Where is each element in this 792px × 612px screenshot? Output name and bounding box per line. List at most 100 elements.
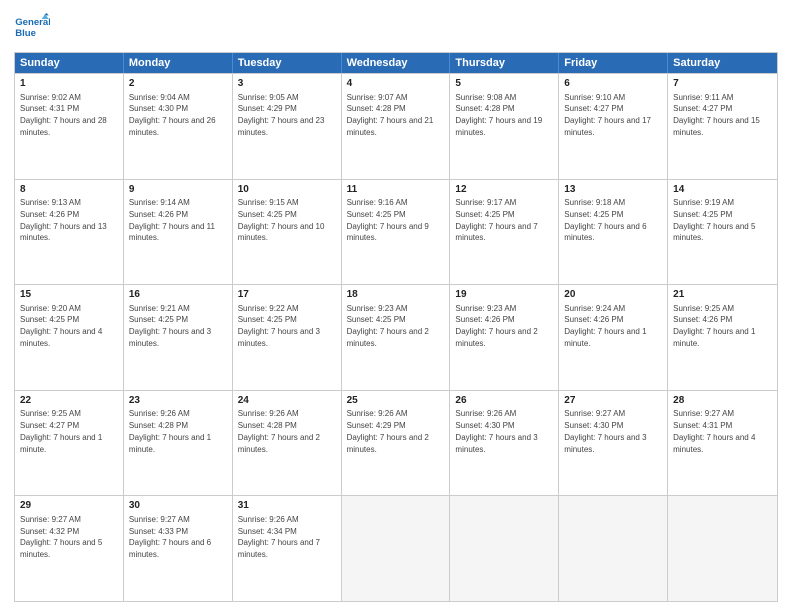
day-number: 29 [20, 499, 118, 513]
sunrise-info: Sunrise: 9:18 AM [564, 198, 625, 207]
daylight-info: Daylight: 7 hours and 4 minutes. [673, 433, 755, 454]
day-cell-26: 26 Sunrise: 9:26 AM Sunset: 4:30 PM Dayl… [450, 391, 559, 496]
day-cell-14: 14 Sunrise: 9:19 AM Sunset: 4:25 PM Dayl… [668, 180, 777, 285]
sunset-info: Sunset: 4:28 PM [347, 104, 406, 113]
day-cell-8: 8 Sunrise: 9:13 AM Sunset: 4:26 PM Dayli… [15, 180, 124, 285]
daylight-info: Daylight: 7 hours and 13 minutes. [20, 222, 107, 243]
day-cell-31: 31 Sunrise: 9:26 AM Sunset: 4:34 PM Dayl… [233, 496, 342, 601]
svg-text:Blue: Blue [15, 28, 36, 39]
sunrise-info: Sunrise: 9:14 AM [129, 198, 190, 207]
sunrise-info: Sunrise: 9:05 AM [238, 93, 299, 102]
day-cell-5: 5 Sunrise: 9:08 AM Sunset: 4:28 PM Dayli… [450, 74, 559, 179]
sunrise-info: Sunrise: 9:20 AM [20, 304, 81, 313]
day-cell-16: 16 Sunrise: 9:21 AM Sunset: 4:25 PM Dayl… [124, 285, 233, 390]
sunrise-info: Sunrise: 9:17 AM [455, 198, 516, 207]
day-header-sunday: Sunday [15, 53, 124, 73]
sunrise-info: Sunrise: 9:27 AM [564, 409, 625, 418]
day-number: 19 [455, 288, 553, 302]
day-cell-13: 13 Sunrise: 9:18 AM Sunset: 4:25 PM Dayl… [559, 180, 668, 285]
sunset-info: Sunset: 4:31 PM [673, 421, 732, 430]
day-cell-20: 20 Sunrise: 9:24 AM Sunset: 4:26 PM Dayl… [559, 285, 668, 390]
day-number: 23 [129, 394, 227, 408]
sunrise-info: Sunrise: 9:23 AM [455, 304, 516, 313]
sunrise-info: Sunrise: 9:22 AM [238, 304, 299, 313]
logo-svg: General Blue [14, 10, 50, 46]
page: General Blue SundayMondayTuesdayWednesda… [0, 0, 792, 612]
daylight-info: Daylight: 7 hours and 6 minutes. [564, 222, 646, 243]
logo: General Blue [14, 10, 50, 46]
daylight-info: Daylight: 7 hours and 2 minutes. [347, 433, 429, 454]
day-cell-10: 10 Sunrise: 9:15 AM Sunset: 4:25 PM Dayl… [233, 180, 342, 285]
sunset-info: Sunset: 4:26 PM [129, 210, 188, 219]
sunrise-info: Sunrise: 9:27 AM [673, 409, 734, 418]
sunset-info: Sunset: 4:25 PM [238, 210, 297, 219]
sunrise-info: Sunrise: 9:11 AM [673, 93, 733, 102]
calendar: SundayMondayTuesdayWednesdayThursdayFrid… [14, 52, 778, 602]
day-number: 7 [673, 77, 772, 91]
day-number: 8 [20, 183, 118, 197]
day-cell-15: 15 Sunrise: 9:20 AM Sunset: 4:25 PM Dayl… [15, 285, 124, 390]
day-number: 1 [20, 77, 118, 91]
day-cell-30: 30 Sunrise: 9:27 AM Sunset: 4:33 PM Dayl… [124, 496, 233, 601]
day-cell-7: 7 Sunrise: 9:11 AM Sunset: 4:27 PM Dayli… [668, 74, 777, 179]
daylight-info: Daylight: 7 hours and 5 minutes. [673, 222, 755, 243]
daylight-info: Daylight: 7 hours and 2 minutes. [238, 433, 320, 454]
daylight-info: Daylight: 7 hours and 26 minutes. [129, 116, 216, 137]
sunrise-info: Sunrise: 9:04 AM [129, 93, 190, 102]
sunset-info: Sunset: 4:28 PM [238, 421, 297, 430]
sunset-info: Sunset: 4:29 PM [238, 104, 297, 113]
day-cell-1: 1 Sunrise: 9:02 AM Sunset: 4:31 PM Dayli… [15, 74, 124, 179]
daylight-info: Daylight: 7 hours and 1 minute. [673, 327, 755, 348]
sunrise-info: Sunrise: 9:26 AM [129, 409, 190, 418]
sunrise-info: Sunrise: 9:26 AM [347, 409, 408, 418]
day-cell-27: 27 Sunrise: 9:27 AM Sunset: 4:30 PM Dayl… [559, 391, 668, 496]
sunrise-info: Sunrise: 9:08 AM [455, 93, 516, 102]
day-number: 18 [347, 288, 445, 302]
daylight-info: Daylight: 7 hours and 1 minute. [129, 433, 211, 454]
sunset-info: Sunset: 4:30 PM [129, 104, 188, 113]
sunset-info: Sunset: 4:25 PM [129, 315, 188, 324]
day-number: 16 [129, 288, 227, 302]
sunset-info: Sunset: 4:25 PM [347, 315, 406, 324]
sunrise-info: Sunrise: 9:07 AM [347, 93, 408, 102]
daylight-info: Daylight: 7 hours and 17 minutes. [564, 116, 651, 137]
day-number: 15 [20, 288, 118, 302]
day-header-monday: Monday [124, 53, 233, 73]
day-cell-11: 11 Sunrise: 9:16 AM Sunset: 4:25 PM Dayl… [342, 180, 451, 285]
daylight-info: Daylight: 7 hours and 3 minutes. [564, 433, 646, 454]
week-row-4: 22 Sunrise: 9:25 AM Sunset: 4:27 PM Dayl… [15, 390, 777, 496]
sunset-info: Sunset: 4:25 PM [564, 210, 623, 219]
daylight-info: Daylight: 7 hours and 10 minutes. [238, 222, 325, 243]
daylight-info: Daylight: 7 hours and 3 minutes. [129, 327, 211, 348]
week-row-3: 15 Sunrise: 9:20 AM Sunset: 4:25 PM Dayl… [15, 284, 777, 390]
day-cell-2: 2 Sunrise: 9:04 AM Sunset: 4:30 PM Dayli… [124, 74, 233, 179]
sunset-info: Sunset: 4:28 PM [455, 104, 514, 113]
day-number: 12 [455, 183, 553, 197]
sunrise-info: Sunrise: 9:25 AM [673, 304, 734, 313]
day-cell-12: 12 Sunrise: 9:17 AM Sunset: 4:25 PM Dayl… [450, 180, 559, 285]
day-cell-6: 6 Sunrise: 9:10 AM Sunset: 4:27 PM Dayli… [559, 74, 668, 179]
sunrise-info: Sunrise: 9:15 AM [238, 198, 299, 207]
sunset-info: Sunset: 4:31 PM [20, 104, 79, 113]
sunset-info: Sunset: 4:27 PM [673, 104, 732, 113]
sunset-info: Sunset: 4:25 PM [238, 315, 297, 324]
sunset-info: Sunset: 4:33 PM [129, 527, 188, 536]
daylight-info: Daylight: 7 hours and 21 minutes. [347, 116, 434, 137]
week-row-2: 8 Sunrise: 9:13 AM Sunset: 4:26 PM Dayli… [15, 179, 777, 285]
sunrise-info: Sunrise: 9:13 AM [20, 198, 81, 207]
day-number: 28 [673, 394, 772, 408]
sunrise-info: Sunrise: 9:26 AM [238, 515, 299, 524]
sunrise-info: Sunrise: 9:23 AM [347, 304, 408, 313]
daylight-info: Daylight: 7 hours and 3 minutes. [455, 433, 537, 454]
day-cell-21: 21 Sunrise: 9:25 AM Sunset: 4:26 PM Dayl… [668, 285, 777, 390]
week-row-5: 29 Sunrise: 9:27 AM Sunset: 4:32 PM Dayl… [15, 495, 777, 601]
empty-cell-4-3 [342, 496, 451, 601]
daylight-info: Daylight: 7 hours and 1 minute. [564, 327, 646, 348]
sunset-info: Sunset: 4:28 PM [129, 421, 188, 430]
daylight-info: Daylight: 7 hours and 2 minutes. [455, 327, 537, 348]
day-number: 25 [347, 394, 445, 408]
sunset-info: Sunset: 4:34 PM [238, 527, 297, 536]
day-cell-17: 17 Sunrise: 9:22 AM Sunset: 4:25 PM Dayl… [233, 285, 342, 390]
sunrise-info: Sunrise: 9:19 AM [673, 198, 734, 207]
day-number: 17 [238, 288, 336, 302]
